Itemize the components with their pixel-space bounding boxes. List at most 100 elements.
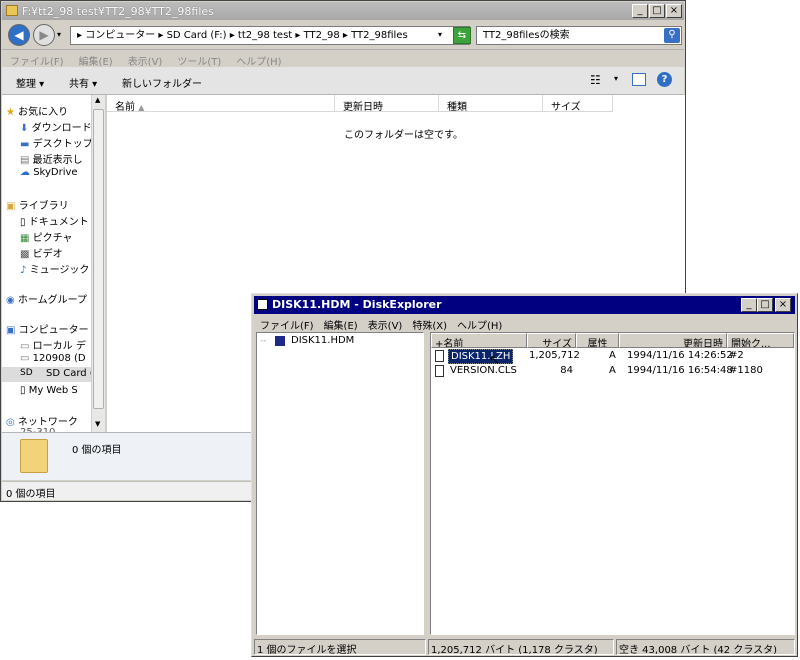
address-box[interactable]: ▸ コンピューター ▸ SD Card (F:) ▸ tt2_98 test ▸… [70,26,470,45]
explorer-title-bar[interactable]: F:¥tt2_98 test¥TT2_98¥TT2_98files _ □ × [2,2,684,20]
column-cluster[interactable]: 開始ク... [727,333,794,348]
share-button[interactable]: 共有 ▾ [69,75,97,90]
menu-edit[interactable]: 編集(E) [318,314,362,332]
scroll-up-icon[interactable]: ▲ [95,96,100,104]
minimize-button[interactable]: _ [741,298,757,312]
maximize-button[interactable]: □ [757,298,773,312]
search-button[interactable]: ⚲ [664,28,680,43]
organize-button[interactable]: 整理 ▾ [16,75,44,90]
nav-skydrive[interactable]: ☁ SkyDrive [20,167,78,178]
download-icon: ⬇ [20,123,29,134]
nav-homegroup[interactable]: ◉ ホームグループ [6,291,87,306]
status-item-count: 0 個の項目 [6,489,56,500]
file-name-selected[interactable]: DISK11.LZH [448,349,514,364]
nav-myweb[interactable]: ▯ My Web S [20,385,78,396]
navigation-scrollbar[interactable]: ▲ ▼ [91,95,105,432]
homegroup-icon: ◉ [6,295,15,306]
nav-sdcard-selected[interactable]: SD SD Card ( [2,367,95,382]
close-button[interactable]: × [666,4,682,18]
file-icon [435,350,444,362]
file-row[interactable]: VERSION.CLS 84 A 1994/11/16 16:54:48 #11… [431,364,794,379]
address-dropdown-icon[interactable]: ▾ [438,30,442,39]
disk-icon [275,336,285,346]
file-attr: A [609,365,616,376]
nav-network[interactable]: ◎ ネットワーク [6,413,78,428]
column-type[interactable]: 種類 [439,95,543,113]
nav-desktop[interactable]: ▬ デスクトップ [20,135,93,150]
column-name[interactable]: +名前 [431,333,527,348]
nav-computer[interactable]: ▣ コンピューター [6,321,89,336]
tree-line: ┈ [261,337,267,347]
column-attr[interactable]: 属性 [576,333,619,348]
diskexplorer-menu-bar: ファイル(F) 編集(E) 表示(V) 特殊(X) ヘルプ(H) [254,314,795,332]
nav-downloads[interactable]: ⬇ ダウンロード [20,119,92,134]
column-size[interactable]: サイズ [543,95,613,113]
history-dropdown-icon[interactable]: ▾ [57,30,61,39]
close-button[interactable]: × [775,298,791,312]
mouse-cursor-icon: ↖ [489,353,500,368]
help-icon[interactable]: ? [657,72,672,87]
arrow-left-icon: ◀ [14,28,24,42]
menu-file[interactable]: ファイル(F) [254,314,318,332]
column-size[interactable]: サイズ [527,333,576,348]
file-icon [435,365,444,377]
search-icon: ⚲ [668,29,676,40]
column-modified[interactable]: 更新日時 [335,95,439,113]
recent-places-icon: ▤ [20,155,30,166]
search-input[interactable]: TT2_98filesの検索 [476,26,682,45]
window-title: DISK11.HDM - DiskExplorer [272,298,442,311]
scroll-thumb[interactable] [93,109,104,409]
scroll-down-icon[interactable]: ▼ [95,420,100,428]
nav-libraries[interactable]: ▣ ライブラリ [6,197,69,212]
address-path[interactable]: ▸ コンピューター ▸ SD Card (F:) ▸ tt2_98 test ▸… [77,30,408,41]
nav-videos[interactable]: ▩ ビデオ [20,245,63,260]
maximize-button[interactable]: □ [649,4,665,18]
view-dropdown-icon[interactable]: ▾ [614,74,618,83]
drive-icon: ▭ [20,341,30,352]
nav-pictures[interactable]: ▦ ピクチャ [20,229,73,244]
file-modified: 1994/11/16 16:54:48 [627,365,733,376]
file-name[interactable]: VERSION.CLS [450,365,517,376]
menu-edit[interactable]: 編集(E) [71,50,120,68]
menu-help[interactable]: ヘルプ(H) [228,50,288,68]
menu-help[interactable]: ヘルプ(H) [451,314,506,332]
floppy-icon [257,299,268,310]
status-size: 1,205,712 バイト (1,178 クラスタ) [428,639,614,655]
diskexplorer-title-bar[interactable]: DISK11.HDM - DiskExplorer _ □ × [254,296,795,314]
column-name[interactable]: 名前 ▲ [107,95,335,113]
folder-icon [20,439,48,473]
nav-favorites[interactable]: ★ お気に入り [6,103,68,118]
music-icon: ♪ [20,265,27,276]
file-modified: 1994/11/16 14:26:52 [627,350,733,361]
menu-view[interactable]: 表示(V) [120,50,170,68]
status-selection: 1 個のファイルを選択 [254,639,426,655]
nav-documents[interactable]: ▯ ドキュメント [20,213,89,228]
address-bar-area: ◀ ▶ ▾ ▸ コンピューター ▸ SD Card (F:) ▸ tt2_98 … [2,21,684,49]
file-attr: A [609,350,616,361]
view-options-icon[interactable]: ☷ [590,73,601,87]
menu-view[interactable]: 表示(V) [362,314,407,332]
refresh-button[interactable]: ⇆ [453,27,471,44]
nav-drive-d[interactable]: ▭ 120908 (D [20,353,86,364]
minimize-button[interactable]: _ [632,4,648,18]
file-cluster: #1180 [729,365,763,376]
empty-folder-message: このフォルダーは空です。 [344,130,463,141]
preview-pane-icon[interactable] [632,73,646,86]
forward-button[interactable]: ▶ [33,24,55,46]
menu-special[interactable]: 特殊(X) [406,314,451,332]
picture-icon: ▦ [20,233,30,244]
file-row[interactable]: DISK11.LZH 1,205,712 A 1994/11/16 14:26:… [431,349,794,364]
file-list[interactable]: +名前 サイズ 属性 更新日時 開始ク... DISK11.LZH 1,205,… [430,332,795,635]
nav-recent[interactable]: ▤ 最近表示し [20,151,83,166]
file-size: 84 [560,365,573,376]
column-modified[interactable]: 更新日時 [619,333,727,348]
menu-tools[interactable]: ツール(T) [169,50,228,68]
new-folder-button[interactable]: 新しいフォルダー [122,75,202,90]
back-button[interactable]: ◀ [8,24,30,46]
star-icon: ★ [6,107,15,118]
menu-file[interactable]: ファイル(F) [2,50,71,68]
nav-local-disk[interactable]: ▭ ローカル デ [20,337,86,352]
nav-music[interactable]: ♪ ミュージック [20,261,89,276]
folder-tree[interactable]: ┈ DISK11.HDM [256,332,424,635]
tree-root[interactable]: DISK11.HDM [291,335,354,346]
